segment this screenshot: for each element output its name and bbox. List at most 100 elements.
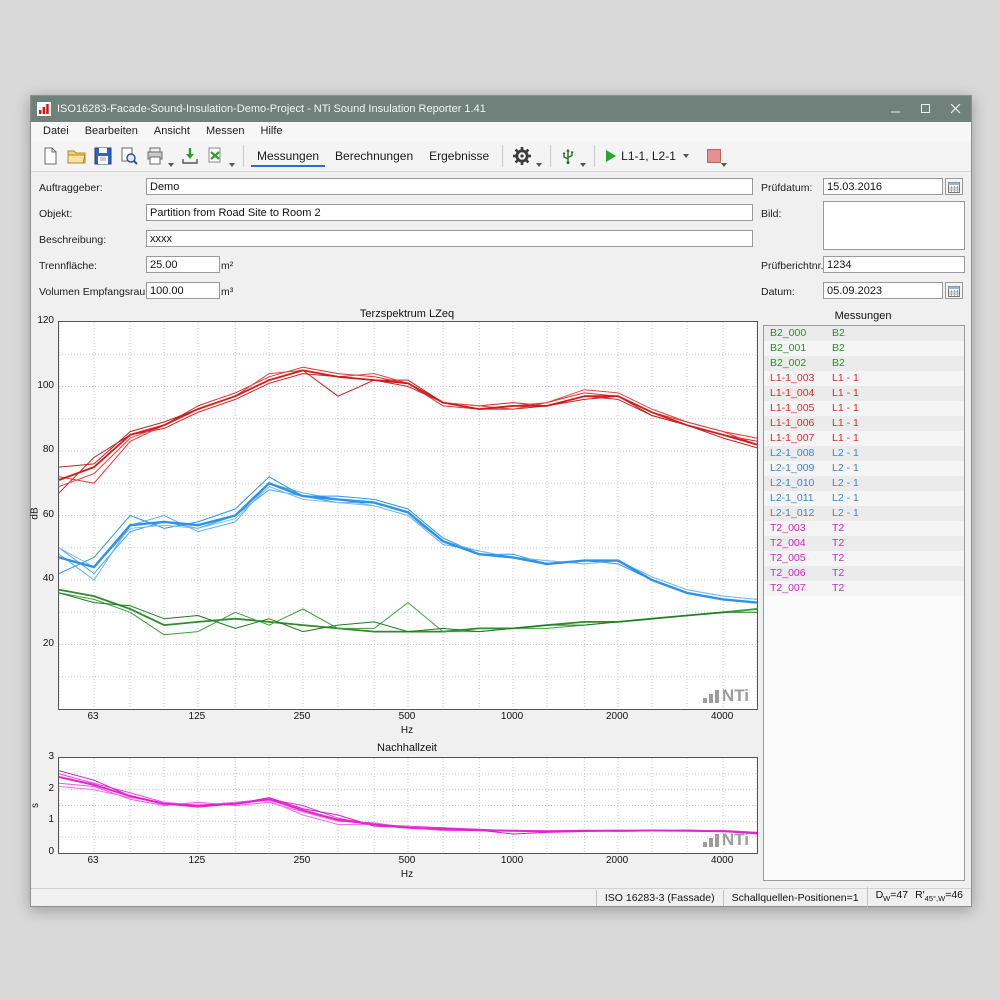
measurement-row[interactable]: B2_002 B2	[764, 356, 964, 371]
window-title: ISO16283-Facade-Sound-Insulation-Demo-Pr…	[57, 103, 486, 115]
close-button[interactable]	[941, 96, 971, 122]
measurement-row[interactable]: T2_005 T2	[764, 551, 964, 566]
dropdown-chevron-icon[interactable]	[229, 163, 235, 167]
measurement-type: L1 - 1	[832, 371, 964, 386]
pruefdatum-input[interactable]	[823, 178, 943, 195]
measurement-id: L2-1_011	[764, 491, 832, 506]
y-tick-label: 40	[30, 573, 54, 584]
bild-input[interactable]	[823, 201, 965, 250]
measurement-row[interactable]: L1-1_007 L1 - 1	[764, 431, 964, 446]
selector-dropdown-chevron-icon[interactable]	[683, 154, 689, 158]
measurement-row[interactable]: T2_007 T2	[764, 581, 964, 596]
x-tick-label: 500	[387, 711, 427, 722]
menu-item-hilfe[interactable]: Hilfe	[253, 122, 291, 141]
measurement-id: T2_004	[764, 536, 832, 551]
menu-item-messen[interactable]: Messen	[198, 122, 253, 141]
measurement-type: L2 - 1	[832, 491, 964, 506]
measurement-row[interactable]: L1-1_004 L1 - 1	[764, 386, 964, 401]
toolbar-separator	[243, 145, 244, 167]
objekt-input[interactable]	[146, 204, 753, 221]
measurement-type: L1 - 1	[832, 416, 964, 431]
measurement-row[interactable]: L2-1_010 L2 - 1	[764, 476, 964, 491]
measurement-row[interactable]: B2_000 B2	[764, 326, 964, 341]
menu-bar: Datei Bearbeiten Ansicht Messen Hilfe	[31, 122, 971, 142]
maximize-button[interactable]	[911, 96, 941, 122]
export-button[interactable]	[204, 145, 228, 167]
rt-x-axis-label: Hz	[58, 869, 756, 880]
measurement-row[interactable]: B2_001 B2	[764, 341, 964, 356]
measurement-id: L1-1_006	[764, 416, 832, 431]
x-tick-label: 500	[387, 855, 427, 866]
lzeq-x-axis-label: Hz	[58, 725, 756, 736]
menu-item-ansicht[interactable]: Ansicht	[146, 122, 198, 141]
measurement-selector[interactable]: L1-1, L2-1	[621, 149, 676, 163]
measurement-type: L1 - 1	[832, 431, 964, 446]
usb-device-button[interactable]	[557, 146, 579, 167]
datum-calendar-button[interactable]	[945, 282, 963, 299]
calendar-icon	[948, 181, 960, 193]
volumen-input[interactable]	[146, 282, 220, 299]
measurement-row[interactable]: L2-1_012 L2 - 1	[764, 506, 964, 521]
status-results: DW=47R'45°,W=46	[867, 887, 971, 907]
dropdown-chevron-icon[interactable]	[536, 163, 542, 167]
open-project-button[interactable]	[64, 145, 89, 167]
r45-value: R'	[915, 889, 925, 901]
measurement-row[interactable]: L2-1_008 L2 - 1	[764, 446, 964, 461]
measurement-id: L1-1_007	[764, 431, 832, 446]
measurement-id: B2_000	[764, 326, 832, 341]
measurement-row[interactable]: L1-1_006 L1 - 1	[764, 416, 964, 431]
measurement-row[interactable]: L1-1_003 L1 - 1	[764, 371, 964, 386]
y-tick-label: 0	[30, 846, 54, 857]
measurement-row[interactable]: L2-1_011 L2 - 1	[764, 491, 964, 506]
minimize-button[interactable]	[881, 96, 911, 122]
measurement-type: B2	[832, 326, 964, 341]
measurement-id: L1-1_005	[764, 401, 832, 416]
tab-berechnungen[interactable]: Berechnungen	[329, 146, 419, 167]
dropdown-chevron-icon[interactable]	[580, 163, 586, 167]
measurement-row[interactable]: L1-1_005 L1 - 1	[764, 401, 964, 416]
save-button[interactable]	[91, 145, 115, 167]
tab-messungen[interactable]: Messungen	[251, 146, 325, 167]
printer-icon	[146, 147, 164, 165]
measurement-type: T2	[832, 521, 964, 536]
measurement-row[interactable]: L2-1_009 L2 - 1	[764, 461, 964, 476]
measurement-type: T2	[832, 536, 964, 551]
measurement-id: L2-1_008	[764, 446, 832, 461]
trennflaeche-input[interactable]	[146, 256, 220, 273]
print-preview-button[interactable]	[117, 145, 141, 167]
menu-item-bearbeiten[interactable]: Bearbeiten	[77, 122, 146, 141]
datum-label: Datum:	[761, 286, 795, 298]
measurements-list: B2_000 B2 B2_001 B2 B2_002 B2 L1-1_003 L…	[763, 325, 965, 881]
objekt-label: Objekt:	[39, 208, 72, 220]
import-button[interactable]	[178, 145, 202, 167]
pruefberichtnr-input[interactable]	[823, 256, 965, 273]
new-project-button[interactable]	[38, 145, 62, 167]
auftraggeber-input[interactable]	[146, 178, 753, 195]
x-tick-label: 4000	[702, 855, 742, 866]
settings-gear-button[interactable]	[509, 144, 535, 168]
tab-ergebnisse[interactable]: Ergebnisse	[423, 146, 495, 167]
measurement-row[interactable]: T2_004 T2	[764, 536, 964, 551]
rt-chart-plot: NTi	[58, 757, 758, 854]
measurement-id: T2_003	[764, 521, 832, 536]
measurement-type: L2 - 1	[832, 506, 964, 521]
x-tick-label: 1000	[492, 711, 532, 722]
measurements-panel-title: Messungen	[763, 310, 963, 322]
dropdown-chevron-icon[interactable]	[168, 163, 174, 167]
dropdown-chevron-icon[interactable]	[721, 163, 727, 167]
rt-y-axis-label: s	[30, 803, 41, 808]
measurement-type: T2	[832, 566, 964, 581]
print-button[interactable]	[143, 145, 167, 167]
measurement-id: L1-1_004	[764, 386, 832, 401]
stop-measurement-icon[interactable]	[707, 149, 721, 163]
beschreibung-input[interactable]	[146, 230, 753, 247]
pruefdatum-calendar-button[interactable]	[945, 178, 963, 195]
import-icon	[181, 147, 199, 165]
export-icon	[207, 147, 225, 165]
datum-input[interactable]	[823, 282, 943, 299]
titlebar: ISO16283-Facade-Sound-Insulation-Demo-Pr…	[31, 96, 971, 122]
menu-item-datei[interactable]: Datei	[35, 122, 77, 141]
measurement-row[interactable]: T2_006 T2	[764, 566, 964, 581]
play-measurement-icon[interactable]	[606, 150, 616, 162]
measurement-row[interactable]: T2_003 T2	[764, 521, 964, 536]
